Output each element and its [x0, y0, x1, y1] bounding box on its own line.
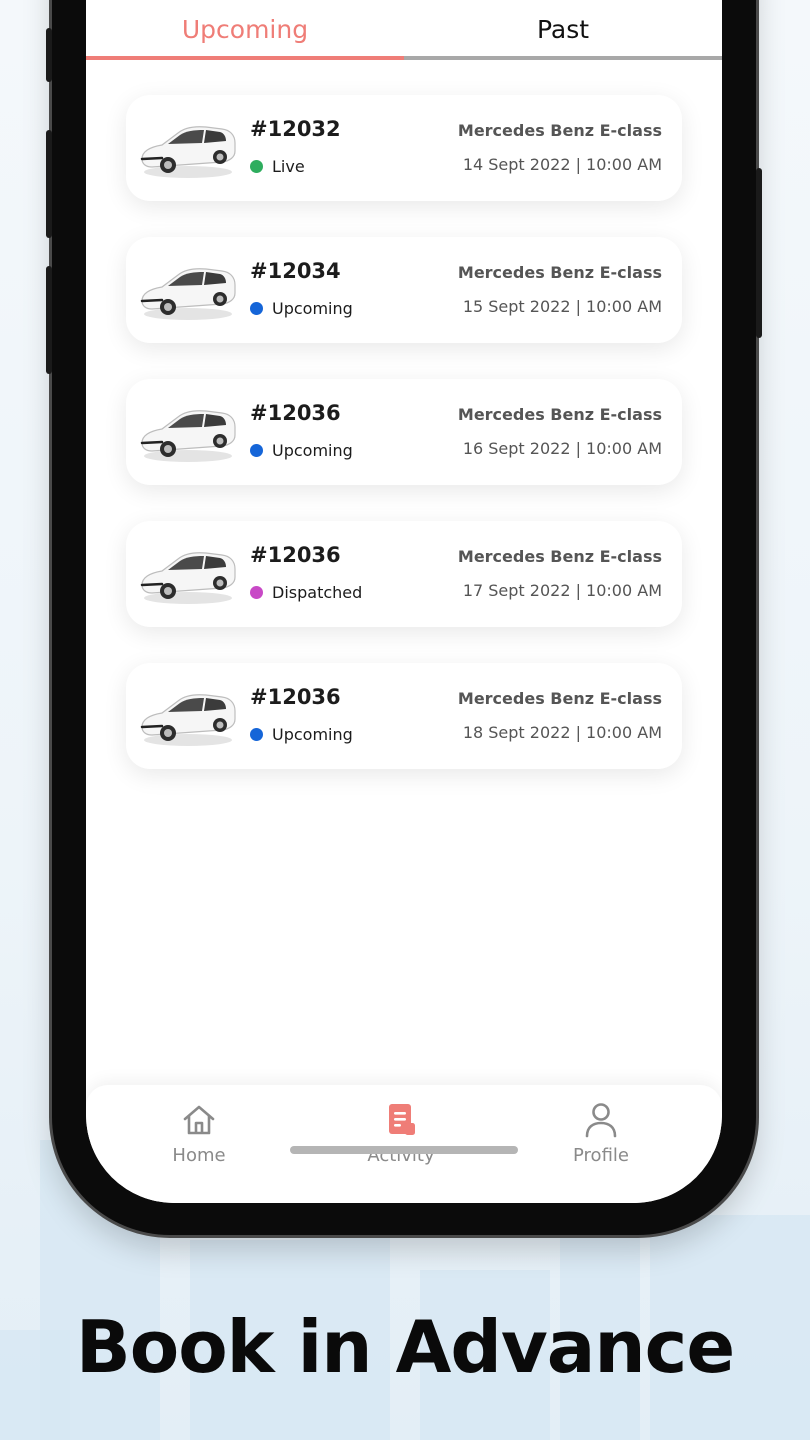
booking-card[interactable]: #12034 Upcoming Mercedes Benz E-class 15 Se…	[126, 237, 682, 343]
active-tab-indicator	[86, 56, 404, 60]
status-dot	[250, 302, 263, 315]
tab-upcoming[interactable]: Upcoming	[86, 0, 404, 58]
profile-icon	[585, 1103, 617, 1138]
booking-status: Dispatched	[250, 583, 362, 602]
car-icon	[138, 257, 238, 323]
activity-icon	[389, 1104, 415, 1135]
car-model: Mercedes Benz E-class	[457, 121, 662, 140]
booking-id: #12036	[250, 685, 341, 709]
status-dot	[250, 160, 263, 173]
car-model: Mercedes Benz E-class	[457, 405, 662, 424]
phone-side-button	[46, 28, 52, 82]
booking-datetime: 18 Sept 2022 | 10:00 AM	[462, 723, 662, 742]
phone-side-button	[756, 168, 762, 338]
booking-datetime: 14 Sept 2022 | 10:00 AM	[462, 155, 662, 174]
home-indicator	[290, 1146, 518, 1154]
status-label: Live	[272, 157, 305, 176]
phone-side-button	[46, 130, 52, 238]
nav-profile-label: Profile	[573, 1145, 629, 1166]
status-dot	[250, 728, 263, 741]
status-dot	[250, 444, 263, 457]
booking-card[interactable]: #12036 Dispatched Mercedes Benz E-class 17 …	[126, 521, 682, 627]
nav-activity[interactable]: Activity	[341, 1101, 461, 1171]
nav-home-label: Home	[172, 1145, 226, 1166]
car-icon	[138, 541, 238, 607]
booking-datetime: 15 Sept 2022 | 10:00 AM	[462, 297, 662, 316]
nav-home[interactable]: Home	[139, 1101, 259, 1171]
booking-status: Upcoming	[250, 441, 353, 460]
booking-card[interactable]: #12036 Upcoming Mercedes Benz E-class 18 Se…	[126, 663, 682, 769]
bottom-nav: Home Activity Profile	[86, 1085, 722, 1203]
car-icon	[138, 115, 238, 181]
status-label: Upcoming	[272, 299, 353, 318]
booking-id: #12032	[250, 117, 341, 141]
tab-divider	[404, 56, 722, 60]
car-model: Mercedes Benz E-class	[457, 263, 662, 282]
car-model: Mercedes Benz E-class	[457, 689, 662, 708]
phone-side-button	[46, 266, 52, 374]
status-label: Dispatched	[272, 583, 363, 602]
status-dot	[250, 586, 263, 599]
nav-profile[interactable]: Profile	[541, 1101, 661, 1171]
booking-card[interactable]: #12032 Live Mercedes Benz E-class 14 Sept 2…	[126, 95, 682, 201]
booking-status: Live	[250, 157, 305, 176]
booking-id: #12034	[250, 259, 341, 283]
booking-status: Upcoming	[250, 725, 353, 744]
booking-card[interactable]: #12036 Upcoming Mercedes Benz E-class 16 Se…	[126, 379, 682, 485]
home-icon	[183, 1105, 215, 1135]
booking-status: Upcoming	[250, 299, 353, 318]
phone-frame: Upcoming Past #12032 Live Mercedes Benz E-…	[46, 0, 762, 1235]
tab-bar: Upcoming Past	[86, 0, 722, 62]
status-label: Upcoming	[272, 441, 353, 460]
status-label: Upcoming	[272, 725, 353, 744]
booking-id: #12036	[250, 543, 341, 567]
car-icon	[138, 683, 238, 749]
car-model: Mercedes Benz E-class	[457, 547, 662, 566]
tab-past[interactable]: Past	[404, 0, 722, 58]
booking-id: #12036	[250, 401, 341, 425]
app-screen: Upcoming Past #12032 Live Mercedes Benz E-…	[86, 0, 722, 1203]
booking-datetime: 17 Sept 2022 | 10:00 AM	[462, 581, 662, 600]
promo-headline: Book in Advance	[75, 1305, 735, 1389]
booking-datetime: 16 Sept 2022 | 10:00 AM	[462, 439, 662, 458]
car-icon	[138, 399, 238, 465]
